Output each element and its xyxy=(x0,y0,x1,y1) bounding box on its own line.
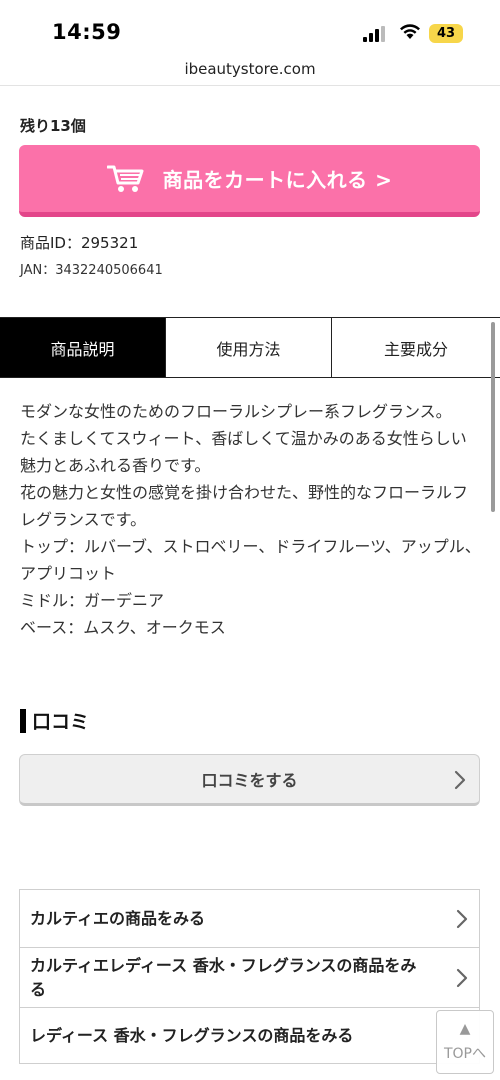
status-time: 14:59 xyxy=(52,20,122,44)
write-review-label: 口コミをする xyxy=(201,771,298,790)
status-bar: 14:59 43 xyxy=(0,0,500,58)
jan-code: JAN：3432240506641 xyxy=(20,263,163,278)
link-label: カルティエレディース 香水・フレグランスの商品をみる xyxy=(30,955,417,999)
link-label: レディース 香水・フレグランスの商品をみる xyxy=(30,1025,354,1045)
add-to-cart-label: 商品をカートに入れる > xyxy=(162,168,393,192)
link-brand-products[interactable]: カルティエの商品をみる xyxy=(19,890,480,948)
back-to-top-button[interactable]: ▲ TOPへ xyxy=(436,1010,494,1074)
url-bar[interactable]: ibeautystore.com xyxy=(0,58,500,86)
heading-marker xyxy=(20,708,26,733)
description-line: 花の魅力と女性の感覚を掛け合わせた、野性的なフローラルフレグランスです。 xyxy=(20,483,469,529)
description-line: たくましくてスウィート、香ばしくて温かみのある女性らしい魅力とあふれる香りです。 xyxy=(20,429,467,475)
cart-icon xyxy=(106,165,144,192)
write-review-button[interactable]: 口コミをする xyxy=(19,754,480,806)
add-to-cart-button[interactable]: 商品をカートに入れる > xyxy=(19,145,480,217)
link-brand-fragrance[interactable]: カルティエレディース 香水・フレグランスの商品をみる xyxy=(19,948,480,1008)
tab-ingredients[interactable]: 主要成分 xyxy=(332,318,500,377)
description-line: モダンな女性のためのフローラルシプレー系フレグランス。 xyxy=(20,402,452,421)
product-id: 商品ID：295321 xyxy=(20,234,139,252)
chevron-right-icon xyxy=(456,909,468,928)
link-label: カルティエの商品をみる xyxy=(30,908,206,928)
scrollbar[interactable] xyxy=(491,322,495,512)
wifi-icon xyxy=(400,24,420,39)
battery-icon: 43 xyxy=(429,24,463,43)
up-arrow-icon: ▲ xyxy=(459,1021,471,1037)
back-to-top-label: TOPへ xyxy=(443,1046,486,1062)
description-line: ベース：ムスク、オークモス xyxy=(20,618,226,637)
tab-usage[interactable]: 使用方法 xyxy=(166,318,332,377)
link-ladies-fragrance[interactable]: レディース 香水・フレグランスの商品をみる xyxy=(19,1008,480,1064)
tab-description[interactable]: 商品説明 xyxy=(0,318,166,377)
description-line: トップ：ルバーブ、ストロベリー、ドライフルーツ、アップル、アプリコット xyxy=(20,537,481,583)
reviews-heading: 口コミ xyxy=(20,707,89,734)
description-line: ミドル：ガーデニア xyxy=(20,591,165,610)
signal-icon xyxy=(363,26,385,42)
reviews-title: 口コミ xyxy=(32,711,90,733)
product-tabs: 商品説明 使用方法 主要成分 xyxy=(0,317,500,378)
chevron-right-icon xyxy=(454,770,466,790)
related-links: カルティエの商品をみる カルティエレディース 香水・フレグランスの商品をみる レ… xyxy=(19,889,480,1064)
chevron-right-icon xyxy=(456,968,468,987)
stock-count: 残り13個 xyxy=(20,117,86,135)
product-description: モダンな女性のためのフローラルシプレー系フレグランス。 たくましくてスウィート、… xyxy=(20,398,482,641)
